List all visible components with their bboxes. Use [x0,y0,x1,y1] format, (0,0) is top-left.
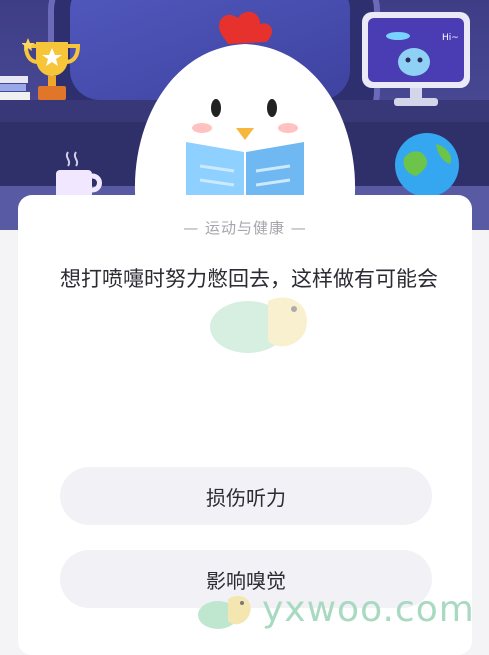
globe-icon [395,133,459,197]
mug-icon [56,151,102,198]
question-category: — 运动与健康 — [183,219,307,237]
watermark-snail-icon [198,595,251,629]
option-1-label: 损伤听力 [206,485,286,510]
monitor-alien-icon: Hi~ [362,12,470,106]
snail-logo-icon [210,297,307,353]
books-icon [0,76,30,100]
watermark: yxwoo.com [196,584,486,634]
option-1-button[interactable]: 损伤听力 [60,467,432,525]
trophy-icon [22,38,81,100]
monitor-bubble-text: Hi~ [442,33,459,43]
watermark-text: yxwoo.com [262,588,475,630]
